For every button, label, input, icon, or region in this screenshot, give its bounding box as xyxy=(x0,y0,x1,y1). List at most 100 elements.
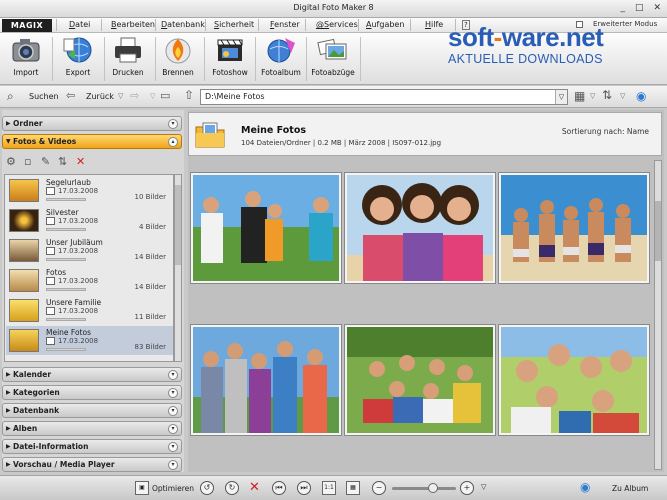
rotate-right-icon[interactable]: ↻ xyxy=(225,481,239,495)
progress-bar xyxy=(46,228,86,231)
section-datenbank[interactable]: ▶ Datenbank ▾ xyxy=(2,403,182,418)
up-folder-icon[interactable]: ⇧ xyxy=(184,88,194,102)
bottom-toolbar: ▣ Optimieren ↺ ↻ ✕ ⏮ ⏭ 1:1 ▦ − + ▽ ◉ Zu … xyxy=(0,475,667,500)
calendar-icon xyxy=(46,277,55,285)
software-net-watermark: soft-ware.net AKTUELLE DOWNLOADS xyxy=(448,22,604,66)
sort-albums-icon[interactable]: ⇅ xyxy=(58,155,67,168)
next-icon[interactable]: ⏭ xyxy=(297,481,311,495)
photo-thumbnail[interactable] xyxy=(344,172,496,284)
expand-icon: ▾ xyxy=(168,388,178,398)
maximize-button[interactable]: □ xyxy=(635,3,644,13)
forward-dropdown-icon[interactable]: ▽ xyxy=(150,92,155,100)
section-alben[interactable]: ▶ Alben ▾ xyxy=(2,421,182,436)
list-item[interactable]: Unsere Familie 17.03.2008 11 Bilder xyxy=(6,296,173,325)
menu-hilfe[interactable]: Hilfe xyxy=(425,20,443,29)
collapse-icon: ▴ xyxy=(168,137,178,147)
sort-label[interactable]: Sortierung nach: Name xyxy=(562,127,649,136)
navigation-bar: ⌕ Suchen ⇦ Zurück ▽ ⇨ ▽ ▭ ⇧ D:\Meine Fot… xyxy=(0,86,667,108)
album-list: Segelurlaub 17.03.2008 10 Bilder Silvest… xyxy=(4,174,174,362)
section-kalender[interactable]: ▶ Kalender ▾ xyxy=(2,367,182,382)
export-button[interactable]: Export xyxy=(53,35,103,83)
rotate-left-icon[interactable]: ↺ xyxy=(200,481,214,495)
search-icon[interactable]: ⌕ xyxy=(7,89,14,104)
print-button[interactable]: Drucken xyxy=(103,35,153,83)
main-scrollbar[interactable] xyxy=(654,160,662,470)
add-to-album-label[interactable]: Zu Album xyxy=(612,484,648,493)
zoom-slider[interactable] xyxy=(392,483,456,493)
section-datei-information[interactable]: ▶ Datei-Information ▾ xyxy=(2,439,182,454)
photo-thumbnail[interactable] xyxy=(190,324,342,436)
expand-icon: ▾ xyxy=(168,370,178,380)
sort-icon[interactable]: ⇅ xyxy=(602,88,612,102)
photo-album-button[interactable]: Fotoalbum xyxy=(256,35,306,83)
photo-thumbnail[interactable] xyxy=(498,172,650,284)
edit-album-icon[interactable]: ✎ xyxy=(41,155,50,168)
menu-bearbeiten[interactable]: Bearbeiten xyxy=(111,20,155,29)
computer-icon[interactable]: ▭ xyxy=(160,89,170,102)
back-arrow-icon[interactable]: ⇦ xyxy=(66,89,75,102)
zoom-slider-handle xyxy=(428,483,438,493)
close-button[interactable]: ✕ xyxy=(653,3,661,13)
new-album-icon[interactable]: ▫ xyxy=(24,155,31,168)
view-mode-icon[interactable]: ▦ xyxy=(574,89,585,103)
menu-fenster[interactable]: Fenster xyxy=(270,20,300,29)
optimize-icon[interactable]: ▣ xyxy=(135,481,149,495)
burn-button[interactable]: Brennen xyxy=(153,35,203,83)
section-vorschau-media-player[interactable]: ▶ Vorschau / Media Player ▾ xyxy=(2,457,182,472)
album-thumbnail xyxy=(9,299,39,322)
list-item[interactable]: Meine Fotos 17.03.2008 83 Bilder xyxy=(6,326,173,355)
delete-icon[interactable]: ✕ xyxy=(76,155,85,168)
zoom-out-icon[interactable]: − xyxy=(372,481,386,495)
menu-services[interactable]: @Services xyxy=(316,20,358,29)
album-globe-icon xyxy=(265,35,297,65)
album-toolbar: ⚙ ▫ ✎ ⇅ ✕ xyxy=(4,153,182,171)
list-item[interactable]: Silvester 17.03.2008 4 Bilder xyxy=(6,206,173,235)
import-button[interactable]: Import xyxy=(1,35,51,83)
album-list-scrollbar[interactable] xyxy=(174,174,182,362)
list-item[interactable]: Fotos 17.03.2008 14 Bilder xyxy=(6,266,173,295)
view-dropdown-icon[interactable]: ▽ xyxy=(590,92,595,100)
menu-datei[interactable]: Datei xyxy=(69,20,90,29)
flame-disc-icon xyxy=(162,35,194,65)
forward-arrow-icon[interactable]: ⇨ xyxy=(130,89,139,102)
list-item[interactable]: Segelurlaub 17.03.2008 10 Bilder xyxy=(6,176,173,205)
search-label[interactable]: Suchen xyxy=(29,92,59,101)
sort-dropdown-icon[interactable]: ▽ xyxy=(620,92,625,100)
delete-photo-icon[interactable]: ✕ xyxy=(249,480,260,495)
online-icon[interactable]: ◉ xyxy=(636,89,646,103)
zoom-dropdown-icon[interactable]: ▽ xyxy=(481,483,486,491)
minimize-button[interactable]: _ xyxy=(620,3,625,13)
back-dropdown-icon[interactable]: ▽ xyxy=(118,92,123,100)
section-kategorien[interactable]: ▶ Kategorien ▾ xyxy=(2,385,182,400)
export-globe-icon xyxy=(62,35,94,65)
progress-bar xyxy=(46,288,86,291)
optimize-label[interactable]: Optimieren xyxy=(152,484,194,493)
folder-title: Meine Fotos xyxy=(241,125,307,136)
slideshow-button[interactable]: Fotoshow xyxy=(205,35,255,83)
calendar-icon xyxy=(46,217,55,225)
gear-icon[interactable]: ⚙ xyxy=(6,155,16,168)
expand-icon: ▾ xyxy=(168,424,178,434)
photo-prints-button[interactable]: Fotoabzüge xyxy=(308,35,358,83)
section-ordner[interactable]: ▶ Ordner ▾ xyxy=(2,116,182,131)
section-fotos-videos[interactable]: ▼ Fotos & Videos ▴ xyxy=(2,134,182,149)
actual-size-icon[interactable]: 1:1 xyxy=(322,481,336,495)
first-icon[interactable]: ⏮ xyxy=(272,481,286,495)
menu-sicherheit[interactable]: Sicherheit xyxy=(214,20,254,29)
path-dropdown-icon[interactable]: ▽ xyxy=(555,90,567,104)
photo-thumbnail[interactable] xyxy=(190,172,342,284)
photo-thumbnail[interactable] xyxy=(498,324,650,436)
back-label[interactable]: Zurück xyxy=(86,92,114,101)
calendar-icon xyxy=(46,307,55,315)
photo-prints-icon xyxy=(317,35,349,65)
menu-datenbank[interactable]: Datenbank xyxy=(161,20,205,29)
list-item[interactable]: Unser Jubiläum 17.03.2008 14 Bilder xyxy=(6,236,173,265)
zoom-in-icon[interactable]: + xyxy=(460,481,474,495)
album-globe-small-icon[interactable]: ◉ xyxy=(580,480,590,494)
folder-header: Meine Fotos 104 Dateien/Ordner | 0.2 MB … xyxy=(188,112,662,156)
path-input[interactable]: D:\Meine Fotos ▽ xyxy=(200,89,568,105)
photo-thumbnail[interactable] xyxy=(344,324,496,436)
menu-aufgaben[interactable]: Aufgaben xyxy=(366,20,404,29)
album-thumbnail xyxy=(9,269,39,292)
fit-window-icon[interactable]: ▦ xyxy=(346,481,360,495)
